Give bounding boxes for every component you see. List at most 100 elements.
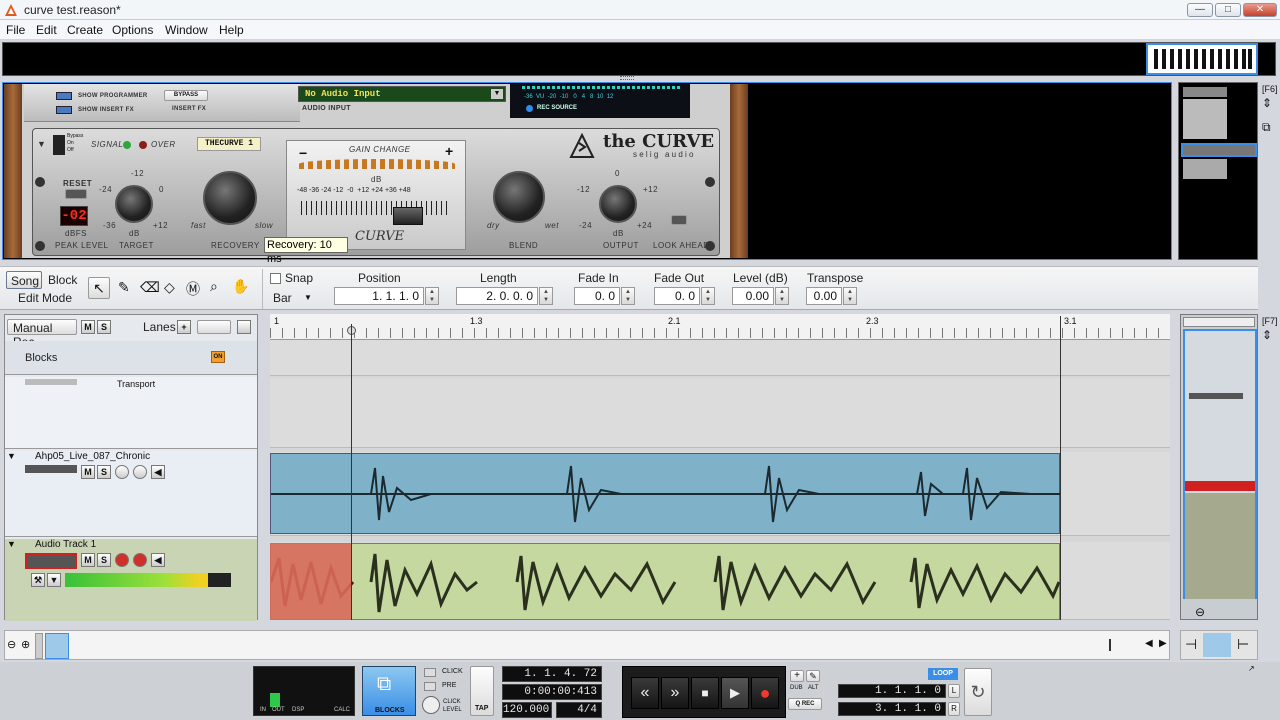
track-mute-button[interactable]: M (81, 465, 95, 479)
reason-logo-icon[interactable]: ↻ (964, 668, 992, 716)
sequencer-zoom-icon[interactable]: ⇕ (1262, 328, 1272, 342)
target-knob[interactable] (115, 185, 153, 223)
show-insert-fx-toggle[interactable] (56, 106, 72, 114)
loop-button[interactable]: LOOP (928, 668, 958, 680)
track-solo-button[interactable]: S (97, 553, 111, 567)
razor-tool-icon[interactable]: ◇ (164, 279, 175, 296)
rack-nav-viewport[interactable] (1181, 143, 1257, 157)
zoom-out-icon[interactable]: ⊖ (7, 638, 16, 651)
arrow-tool-icon[interactable]: ↖ (88, 277, 110, 299)
track-solo-button[interactable]: S (97, 465, 111, 479)
click-toggle[interactable] (424, 668, 436, 677)
chevron-down-icon[interactable]: ▼ (304, 293, 312, 302)
rack-zoom-icon[interactable]: ⇕ (1262, 96, 1272, 110)
alt-label[interactable]: ALT (808, 685, 819, 691)
menu-help[interactable]: Help (219, 23, 244, 37)
song-position-display[interactable]: 1. 1. 4. 72 (502, 666, 602, 682)
position-stepper[interactable]: ▲ ▼ (425, 287, 439, 305)
mute-tool-icon[interactable]: Ⓜ (186, 279, 200, 299)
dub-label[interactable]: DUB (790, 685, 803, 691)
audio-clip-ahp05[interactable] (270, 453, 1061, 534)
mode-switch[interactable] (53, 135, 65, 155)
stop-icon[interactable]: ■ (691, 677, 719, 709)
snap-value-select[interactable]: Bar (273, 291, 292, 305)
scroll-right-arrow-icon[interactable]: ▶ (1159, 638, 1167, 649)
bypass-button[interactable]: BYPASS (164, 90, 208, 101)
playhead[interactable] (351, 324, 352, 620)
master-solo-button[interactable]: S (97, 320, 111, 334)
keyboard-navigator[interactable] (1146, 43, 1258, 75)
pencil-icon[interactable]: ✎ (806, 670, 820, 682)
tap-button[interactable]: TAP (470, 666, 494, 716)
level-stepper[interactable]: ▲ ▼ (775, 287, 789, 305)
song-mode-button[interactable]: Song (6, 271, 42, 289)
collapse-arrow-icon[interactable]: ▼ (37, 139, 46, 149)
wave-zoom-in-icon[interactable]: ⊢ (1237, 636, 1249, 653)
menu-options[interactable]: Options (112, 23, 153, 37)
monitor-button[interactable] (115, 553, 129, 567)
splitter-handle[interactable] (620, 76, 634, 80)
menu-file[interactable]: File (6, 23, 25, 37)
patch-name-display[interactable]: THECURVE 1 (197, 137, 261, 151)
right-locator-button[interactable]: R (948, 702, 960, 716)
magnify-tool-icon[interactable]: ⌕ (210, 278, 218, 295)
blend-knob[interactable] (493, 171, 545, 223)
menu-edit[interactable]: Edit (36, 23, 57, 37)
pencil-tool-icon[interactable]: ✎ (118, 279, 130, 296)
time-display[interactable]: 0:00:00:413 (502, 684, 602, 700)
rec-source-led[interactable] (526, 105, 533, 112)
minimize-button[interactable]: — (1187, 3, 1213, 17)
fade-out-stepper[interactable]: ▲ ▼ (701, 287, 715, 305)
show-programmer-toggle[interactable] (56, 92, 72, 100)
curve-slider-handle[interactable] (393, 207, 423, 225)
lane-type-select[interactable] (197, 320, 231, 334)
menu-create[interactable]: Create (67, 23, 103, 37)
left-locator-display[interactable]: 1. 1. 1. 0 (838, 684, 946, 698)
blocks-button[interactable]: ⧉ BLOCKS (362, 666, 416, 716)
menu-window[interactable]: Window (165, 23, 208, 37)
monitor-button[interactable] (115, 465, 129, 479)
chevron-down-icon[interactable]: ▼ (47, 573, 61, 587)
tempo-display[interactable]: 120.000 (502, 702, 552, 718)
lane-options-button[interactable] (237, 320, 251, 334)
level-field[interactable]: 0.00 (732, 287, 774, 305)
fade-in-stepper[interactable]: ▲ ▼ (621, 287, 635, 305)
blocks-track[interactable]: Blocks ON (5, 341, 257, 375)
zoom-in-icon[interactable]: ⊕ (21, 638, 30, 651)
track-ahp05[interactable]: ▼ Ahp05_Live_087_Chronic M S ◀ (5, 451, 257, 537)
fade-out-field[interactable]: 0. 0 (654, 287, 700, 305)
rewind-icon[interactable]: « (631, 677, 659, 709)
maximize-button[interactable]: □ (1215, 3, 1241, 17)
rack-navigator[interactable] (1178, 82, 1258, 260)
speaker-icon[interactable]: ◀ (151, 553, 165, 567)
left-locator-button[interactable]: L (948, 684, 960, 698)
block-mode-button[interactable]: Block (48, 273, 77, 287)
record-icon[interactable]: ● (751, 677, 779, 709)
sequencer-overview[interactable]: ⊖ (1180, 314, 1258, 620)
recovery-knob[interactable] (203, 171, 257, 225)
resize-grip-icon[interactable]: ↗ (1248, 664, 1255, 673)
q-rec-button[interactable]: Q REC (788, 698, 822, 710)
reset-button[interactable] (65, 189, 87, 199)
signature-display[interactable]: 4/4 (556, 702, 602, 718)
scroll-left-handle[interactable] (35, 633, 43, 659)
hand-tool-icon[interactable]: ✋ (232, 278, 249, 295)
expand-arrow-icon[interactable]: ▼ (7, 451, 16, 461)
zoom-out-icon[interactable]: ⊖ (1195, 605, 1205, 619)
transport-lane[interactable] (270, 378, 1170, 448)
eraser-tool-icon[interactable]: ⌫ (140, 279, 160, 296)
audio-clip-track-1[interactable] (269, 543, 1061, 620)
length-field[interactable]: 2. 0. 0. 0 (456, 287, 538, 305)
length-stepper[interactable]: ▲ ▼ (539, 287, 553, 305)
add-icon[interactable]: + (790, 670, 804, 682)
end-marker[interactable] (1060, 316, 1061, 620)
position-field[interactable]: 1. 1. 1. 0 (334, 287, 424, 305)
track-mute-button[interactable]: M (81, 553, 95, 567)
precount-toggle[interactable] (424, 682, 436, 691)
blocks-lane[interactable] (270, 340, 1170, 376)
wave-zoom-out-icon[interactable]: ⊣ (1185, 636, 1197, 653)
rack-detach-icon[interactable]: ⧉ (1262, 120, 1271, 135)
add-lane-button[interactable]: + (177, 320, 191, 334)
fast-forward-icon[interactable]: » (661, 677, 689, 709)
play-icon[interactable]: ▶ (721, 677, 749, 709)
